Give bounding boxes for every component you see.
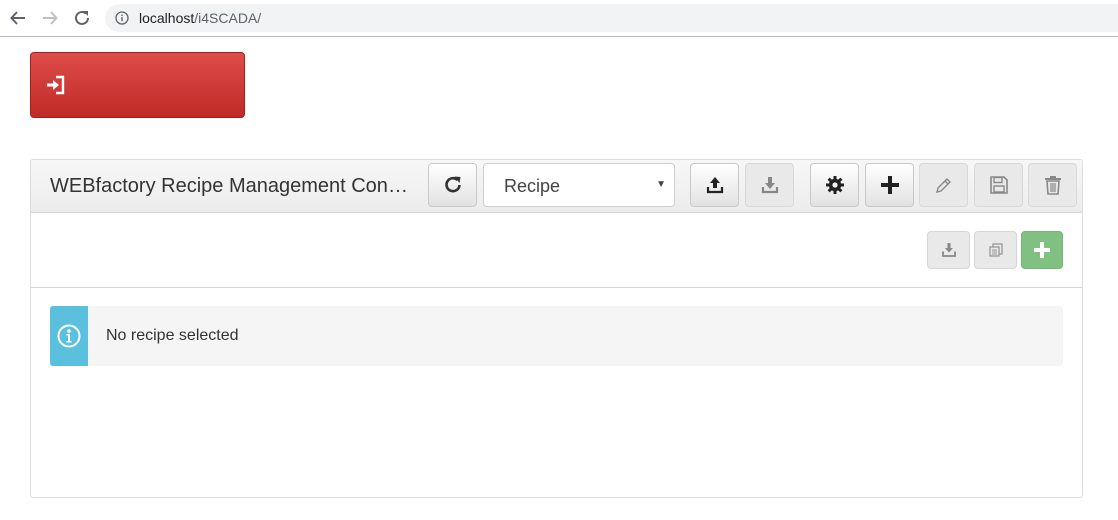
reload-button[interactable] [72,8,92,28]
recipe-values-toolbar [31,213,1082,288]
forward-button[interactable] [40,8,60,28]
upload-button[interactable] [690,163,739,207]
arrow-left-icon [10,11,25,25]
download-button[interactable] [745,163,794,207]
url-path: /i4SCADA/ [194,10,262,26]
reload-icon [75,10,89,25]
download-icon [941,243,956,257]
copy-icon [988,243,1003,257]
gear-icon [825,176,844,194]
trash-icon [1044,176,1061,195]
address-bar[interactable]: localhost/i4SCADA/ [105,4,1118,32]
upload-icon [706,177,723,194]
plus-icon [880,176,899,194]
browser-toolbar: localhost/i4SCADA/ [0,0,1118,37]
url-text: localhost/i4SCADA/ [139,10,261,26]
panel-header: WEBfactory Recipe Management Control Rec… [31,160,1082,213]
info-circle-icon [57,324,81,348]
download-values-button[interactable] [927,231,970,269]
add-recipe-button[interactable] [865,163,914,207]
chevron-down-icon: ▼ [656,179,666,190]
panel-title: WEBfactory Recipe Management Control [50,175,410,197]
recipe-type-select[interactable]: Recipe ▼ [483,163,675,207]
edit-button[interactable] [919,163,968,207]
arrow-right-icon [43,11,58,25]
recipe-type-select-value: Recipe [504,176,561,196]
download-icon [761,177,778,194]
copy-values-button[interactable] [974,231,1017,269]
refresh-icon [444,176,461,193]
plus-icon [1034,242,1050,258]
floppy-disk-icon [989,176,1008,194]
info-message: No recipe selected [106,327,239,344]
info-circle-icon [115,11,129,25]
sign-in-icon [47,75,65,95]
settings-button[interactable] [810,163,859,207]
login-button[interactable] [30,52,245,118]
add-value-button[interactable] [1021,231,1063,269]
pencil-icon [935,178,951,193]
back-button[interactable] [8,8,28,28]
recipe-management-panel: WEBfactory Recipe Management Control Rec… [30,159,1083,498]
refresh-button[interactable] [428,163,477,207]
delete-button[interactable] [1028,163,1077,207]
info-alert: No recipe selected [50,306,1063,366]
save-button[interactable] [974,163,1023,207]
url-host: localhost [139,10,195,26]
info-alert-icon-column [50,306,88,366]
